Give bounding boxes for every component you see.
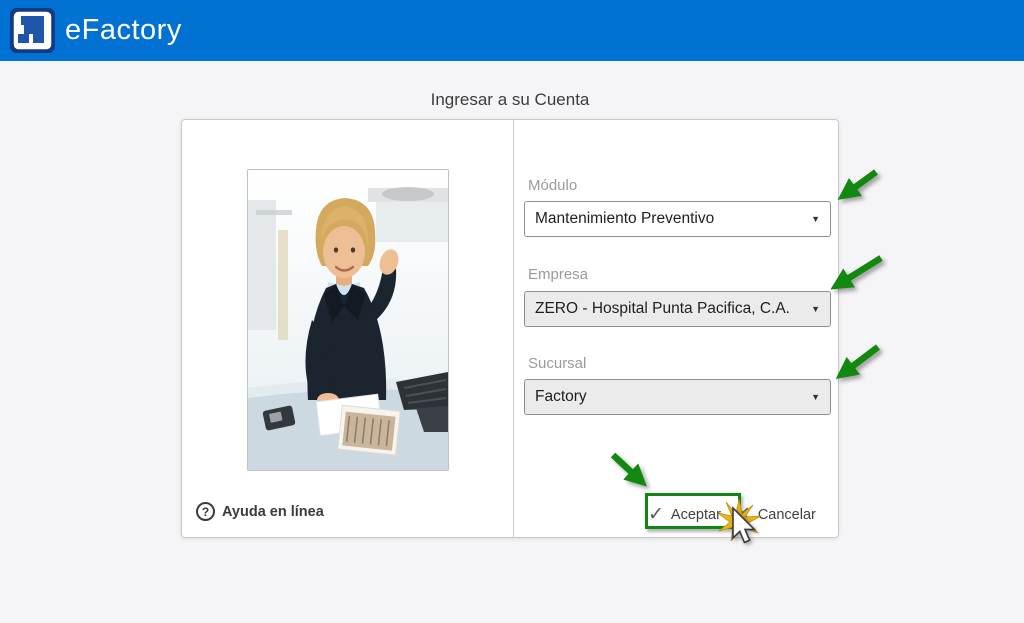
branch-select[interactable]: Factory ▼: [524, 379, 831, 415]
efactory-logo-icon: [10, 8, 55, 53]
panel-divider: [513, 120, 514, 537]
module-value: Mantenimiento Preventivo: [535, 210, 807, 228]
brand-title: eFactory: [65, 14, 182, 47]
branch-value: Factory: [535, 388, 807, 406]
chevron-down-icon: ▼: [811, 392, 820, 402]
accept-button[interactable]: ✓ Aceptar: [648, 503, 721, 526]
check-icon: ✓: [648, 503, 664, 526]
x-icon: ✕: [735, 503, 751, 526]
businesswoman-illustration: [248, 170, 448, 470]
login-page: eFactory Ingresar a su Cuenta: [0, 0, 1024, 623]
cancel-label: Cancelar: [758, 507, 816, 523]
page-title: Ingresar a su Cuenta: [181, 90, 839, 110]
arrow-company: [836, 258, 881, 286]
module-label: Módulo: [528, 177, 577, 194]
arrow-module: [843, 172, 876, 196]
online-help-label: Ayuda en línea: [222, 504, 324, 520]
app-header: eFactory: [0, 0, 1024, 61]
company-select[interactable]: ZERO - Hospital Punta Pacifica, C.A. ▼: [524, 291, 831, 327]
chevron-down-icon: ▼: [811, 304, 820, 314]
cancel-button[interactable]: ✕ Cancelar: [735, 503, 816, 526]
help-icon: ?: [196, 502, 215, 521]
chevron-down-icon: ▼: [811, 214, 820, 224]
login-card: ? Ayuda en línea Módulo Mantenimiento Pr…: [181, 119, 839, 538]
arrow-branch: [841, 347, 878, 375]
accept-label: Aceptar: [671, 507, 721, 523]
module-select[interactable]: Mantenimiento Preventivo ▼: [524, 201, 831, 237]
login-photo: [247, 169, 449, 471]
company-label: Empresa: [528, 266, 588, 283]
action-buttons: ✓ Aceptar ✕ Cancelar: [648, 503, 816, 526]
company-value: ZERO - Hospital Punta Pacifica, C.A.: [535, 300, 807, 318]
branch-label: Sucursal: [528, 355, 586, 372]
online-help-link[interactable]: ? Ayuda en línea: [196, 502, 324, 521]
